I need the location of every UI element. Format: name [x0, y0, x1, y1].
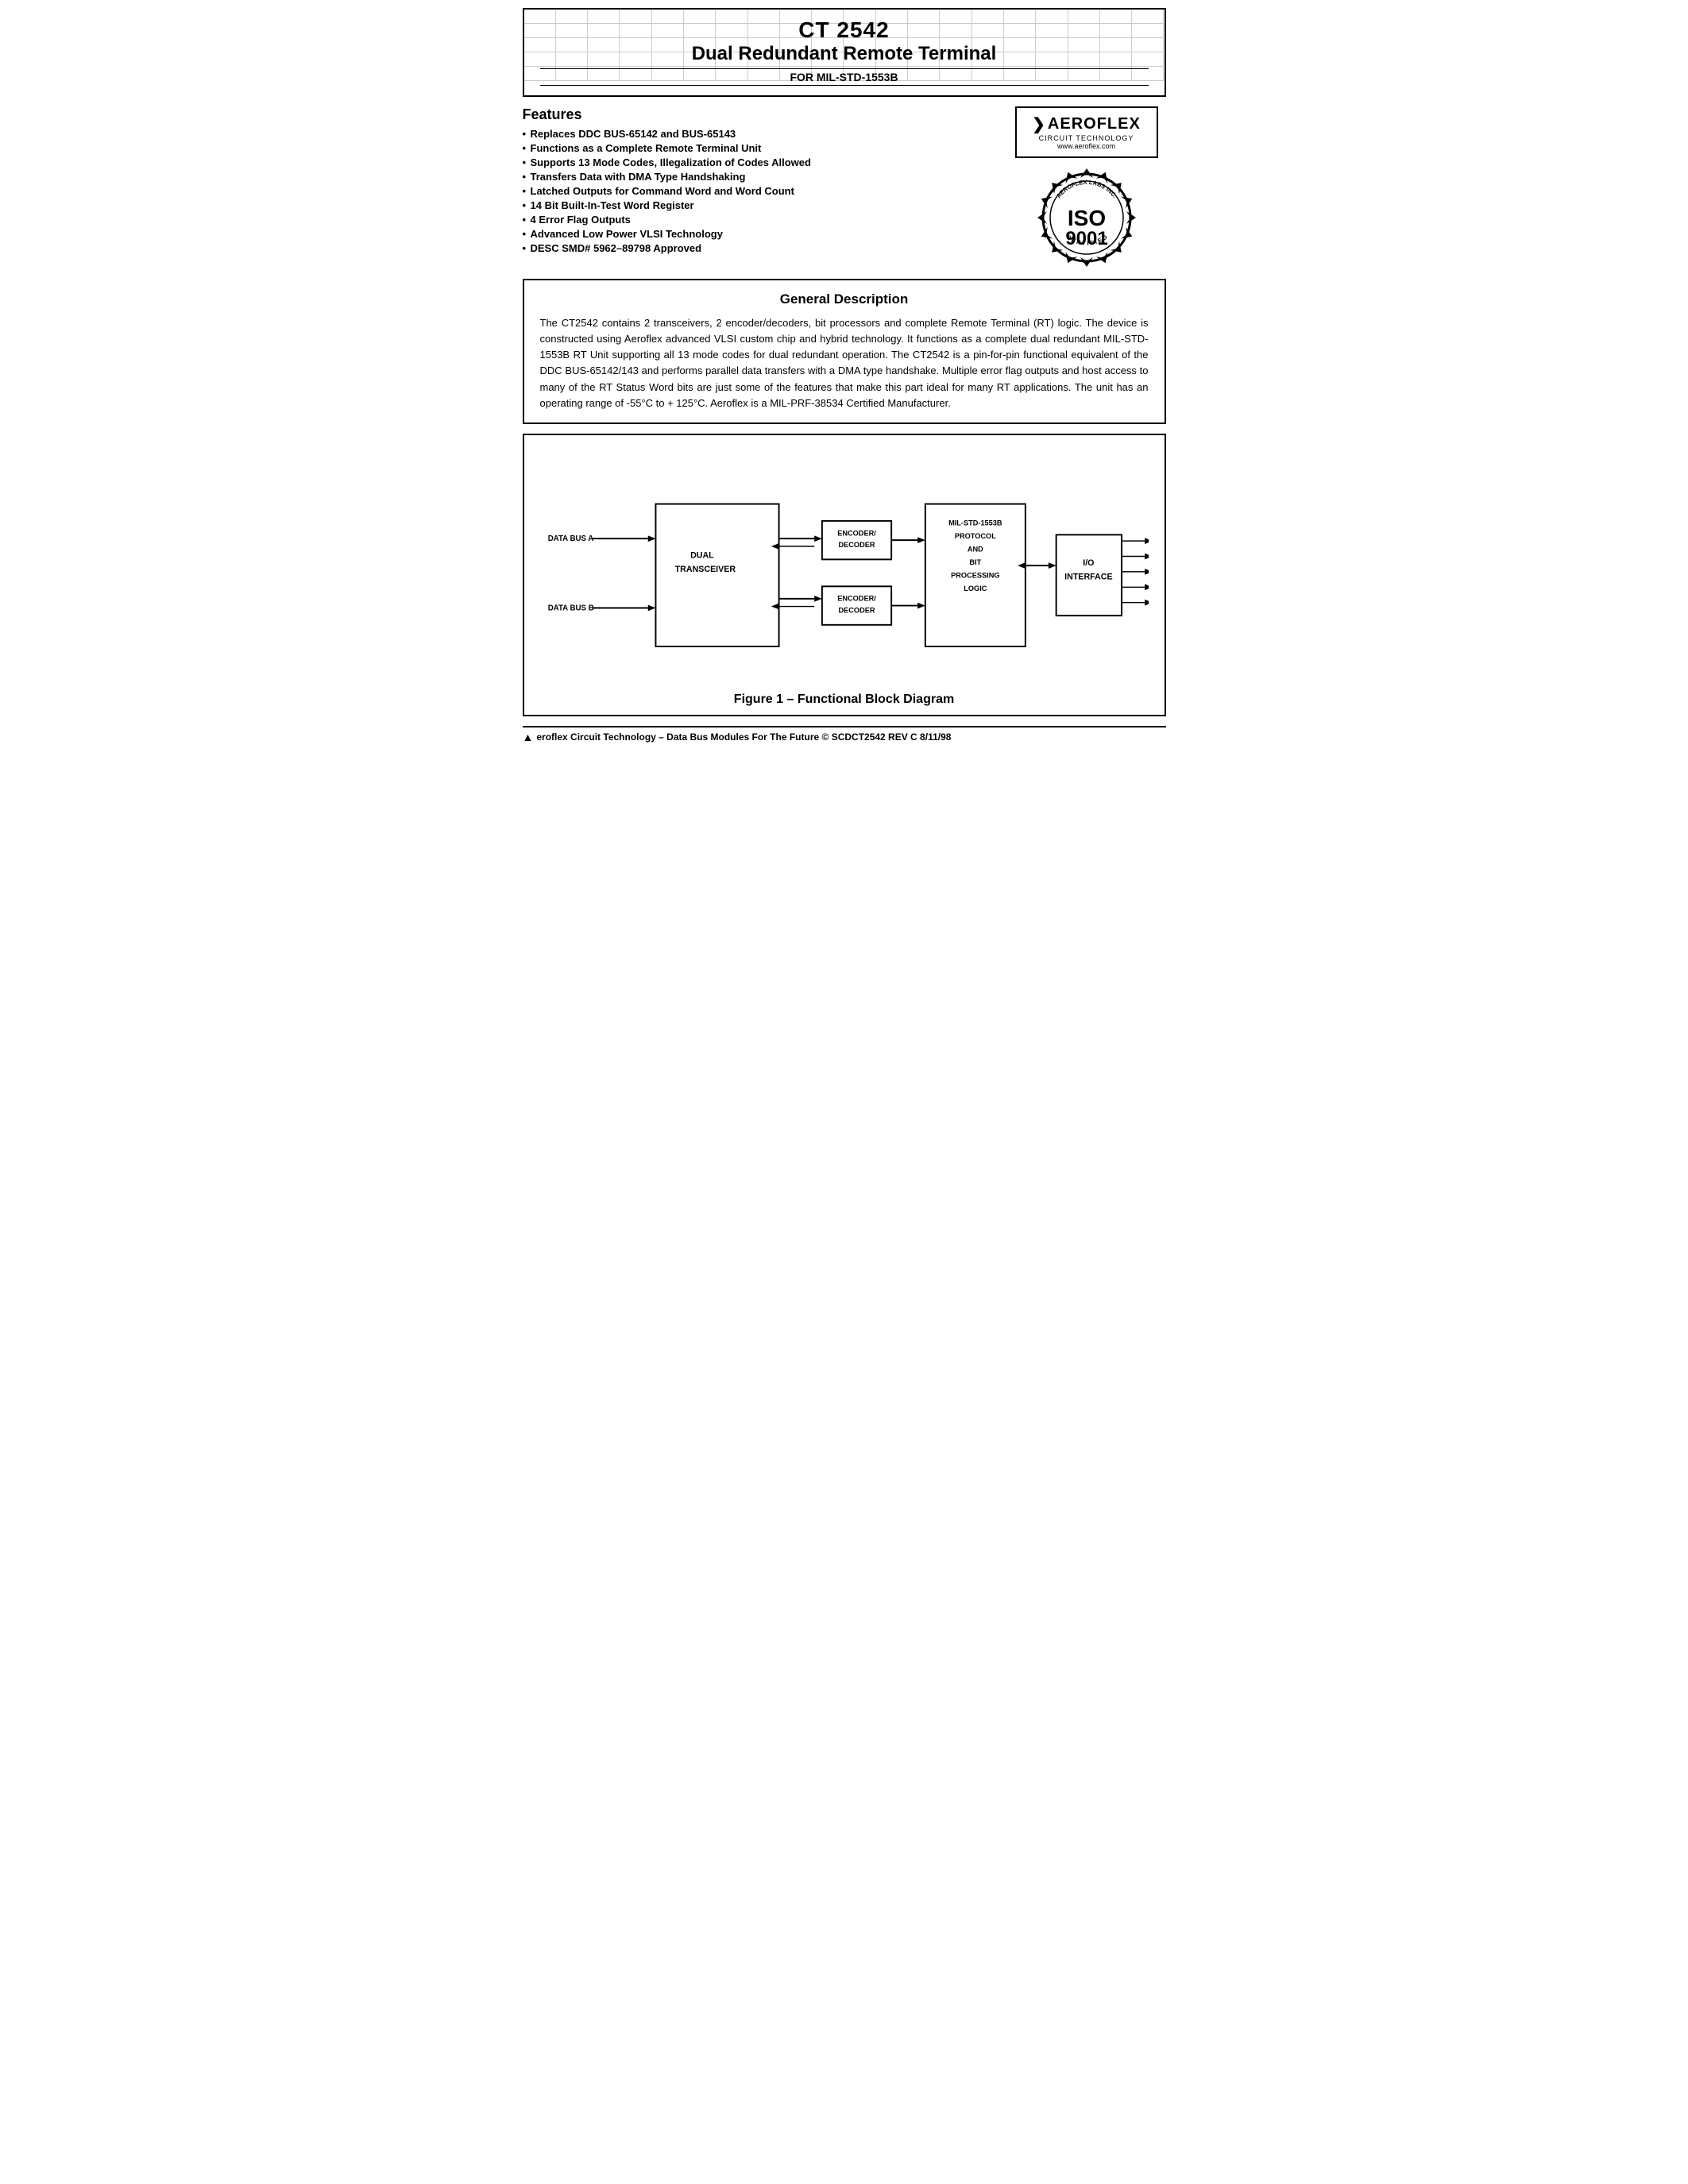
- feature-item: 4 Error Flag Outputs: [523, 214, 991, 226]
- svg-text:DECODER: DECODER: [838, 541, 875, 549]
- footer-text-content: eroflex Circuit Technology – Data Bus Mo…: [536, 731, 951, 743]
- header-title-sub: Dual Redundant Remote Terminal: [540, 43, 1149, 65]
- mil-std-label: MIL-STD-1553B: [948, 519, 1002, 527]
- header-title-main: CT 2542: [540, 17, 1149, 43]
- interface-label: INTERFACE: [1064, 572, 1112, 581]
- encoder-decoder-2-label: ENCODER/: [837, 595, 876, 603]
- iso-badge: ISO 9001 AEROFLEX LABS INC. C E R T I F …: [1035, 166, 1138, 269]
- block-diagram-title: Figure 1 – Functional Block Diagram: [540, 693, 1149, 707]
- bit-label: BIT: [969, 558, 981, 566]
- aeroflex-logo-url: www.aeroflex.com: [1026, 142, 1147, 150]
- iso-badge-svg: ISO 9001 AEROFLEX LABS INC. C E R T I F …: [1035, 166, 1138, 269]
- footer-logo-triangle: ▲: [523, 731, 534, 743]
- features-logo-section: Features Replaces DDC BUS-65142 and BUS-…: [523, 106, 1166, 269]
- svg-text:ISO: ISO: [1067, 206, 1105, 230]
- data-bus-a-label: DATA BUS A: [547, 534, 593, 543]
- protocol-label: PROTOCOL: [954, 532, 995, 540]
- feature-item: Supports 13 Mode Codes, Illegalization o…: [523, 156, 991, 168]
- transceiver-label: TRANSCEIVER: [674, 565, 736, 574]
- aeroflex-name: AEROFLEX: [1048, 115, 1141, 133]
- feature-item: Replaces DDC BUS-65142 and BUS-65143: [523, 128, 991, 140]
- feature-item: 14 Bit Built-In-Test Word Register: [523, 199, 991, 211]
- and-label: AND: [967, 546, 983, 554]
- aeroflex-logo-text: ❯ AEROFLEX: [1026, 114, 1147, 134]
- logo-section: ❯ AEROFLEX CIRCUIT TECHNOLOGY www.aerofl…: [1007, 106, 1166, 269]
- general-desc-text: The CT2542 contains 2 transceivers, 2 en…: [540, 315, 1149, 411]
- feature-item: Transfers Data with DMA Type Handshaking: [523, 171, 991, 183]
- header-content: CT 2542 Dual Redundant Remote Terminal F…: [524, 10, 1165, 95]
- block-diagram-svg: DATA BUS A DATA BUS B DUAL TRANSCEIVER: [540, 454, 1149, 685]
- data-bus-b-label: DATA BUS B: [547, 604, 593, 612]
- feature-item: DESC SMD# 5962–89798 Approved: [523, 242, 991, 254]
- block-diagram-section: DATA BUS A DATA BUS B DUAL TRANSCEIVER: [523, 434, 1166, 716]
- feature-item: Functions as a Complete Remote Terminal …: [523, 142, 991, 154]
- aeroflex-logo-box: ❯ AEROFLEX CIRCUIT TECHNOLOGY www.aerofl…: [1015, 106, 1158, 158]
- block-diagram-container: DATA BUS A DATA BUS B DUAL TRANSCEIVER: [540, 454, 1149, 685]
- encoder-decoder-1-label: ENCODER/: [837, 529, 876, 537]
- aeroflex-logo-sub: CIRCUIT TECHNOLOGY: [1026, 134, 1147, 142]
- processing-label: PROCESSING: [951, 572, 999, 580]
- header-section: // Generate grid cells via script below …: [523, 8, 1166, 97]
- io-label: I/O: [1083, 558, 1094, 568]
- features-title: Features: [523, 106, 991, 123]
- dual-label: DUAL: [690, 550, 714, 560]
- header-title-for: FOR MIL-STD-1553B: [540, 68, 1149, 86]
- feature-item: Latched Outputs for Command Word and Wor…: [523, 185, 991, 197]
- page-footer: ▲ eroflex Circuit Technology – Data Bus …: [523, 726, 1166, 743]
- svg-text:DECODER: DECODER: [838, 606, 875, 614]
- logic-label: LOGIC: [964, 585, 987, 592]
- feature-item: Advanced Low Power VLSI Technology: [523, 228, 991, 240]
- general-desc-title: General Description: [540, 291, 1149, 307]
- features-section: Features Replaces DDC BUS-65142 and BUS-…: [523, 106, 991, 269]
- general-desc-section: General Description The CT2542 contains …: [523, 279, 1166, 424]
- features-list: Replaces DDC BUS-65142 and BUS-65143 Func…: [523, 128, 991, 254]
- aeroflex-chevron: ❯: [1032, 114, 1046, 134]
- footer-text: eroflex Circuit Technology – Data Bus Mo…: [536, 731, 951, 743]
